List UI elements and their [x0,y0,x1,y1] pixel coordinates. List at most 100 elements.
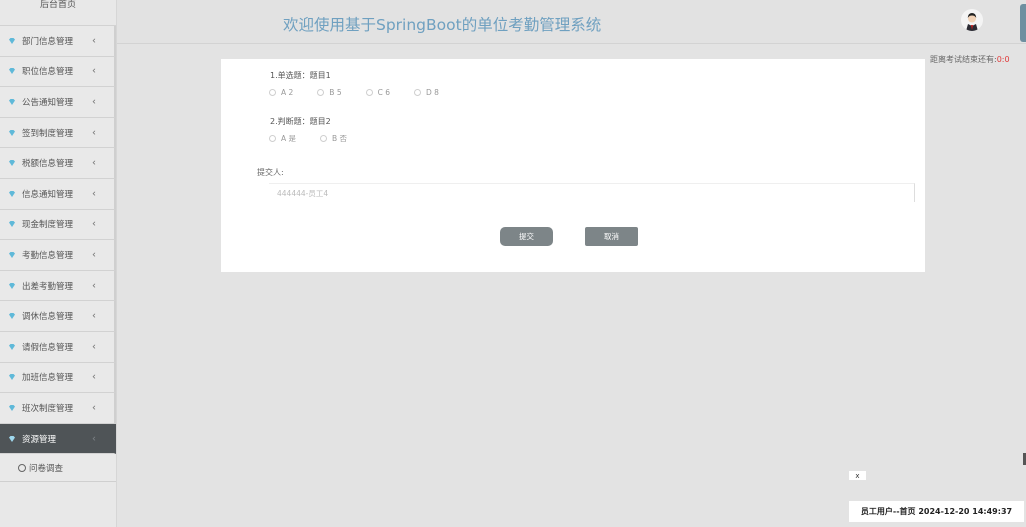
sidebar-item-label: 班次制度管理 [22,403,74,414]
radio-icon[interactable] [269,89,276,96]
option-label: C 6 [377,88,391,97]
submitter-label: 提交人: [257,168,284,177]
diamond-icon [9,435,15,442]
diamond-icon [9,251,15,258]
option-1[interactable]: B 否 [320,133,347,144]
top-header: 欢迎使用基于SpringBoot的单位考勤管理系统 [117,0,1026,44]
countdown-value: 0:0 [996,55,1010,64]
sidebar-item-label: 出差考勤管理 [22,281,74,292]
question-1-title: 1.单选题：题目1 [270,71,331,80]
chevron-left-icon: ‹ [92,433,96,445]
chevron-left-icon: ‹ [92,280,96,292]
submit-button[interactable]: 提交 [500,227,553,246]
option-2[interactable]: C 6 [365,88,391,97]
countdown: 距离考试结束还有:0:0 [930,54,1010,65]
question-2-title: 2.判断题：题目2 [270,117,331,126]
check-circle-icon [18,463,26,472]
sidebar-subitem-label: 问卷调查 [29,463,64,474]
user-avatar[interactable] [961,9,983,31]
diamond-icon [9,221,15,228]
option-3[interactable]: D 8 [414,88,439,97]
sidebar-item-label: 考勤信息管理 [22,250,74,261]
diamond-icon [9,374,15,381]
sidebar-item-4[interactable]: 税额信息管理 ‹ [0,148,116,179]
question-2-options: A 是B 否 [269,133,371,144]
diamond-icon [9,313,15,320]
sidebar-item-label: 请假信息管理 [22,342,74,353]
sidebar-item-label: 调休信息管理 [22,312,74,323]
sidebar-item-label: 现金制度管理 [22,220,74,231]
sidebar-home[interactable]: 后台首页 [0,0,116,26]
option-label: D 8 [426,88,439,97]
chevron-left-icon: ‹ [92,341,96,353]
radio-icon[interactable] [269,135,276,142]
page-title: 欢迎使用基于SpringBoot的单位考勤管理系统 [283,16,602,34]
chevron-left-icon: ‹ [92,96,96,108]
diamond-icon [9,129,15,136]
sidebar-home-label: 后台首页 [39,0,76,10]
option-label: A 2 [281,88,294,97]
sidebar-item-0[interactable]: 部门信息管理 ‹ [0,26,116,57]
sidebar-subitem-survey[interactable]: 问卷调查 [0,454,116,483]
chevron-left-icon: ‹ [92,402,96,414]
chevron-left-icon: ‹ [92,249,96,261]
sidebar-item-13[interactable]: 资源管理 ‹ [0,423,116,455]
option-label: A 是 [281,134,297,143]
chevron-left-icon: ‹ [92,157,96,169]
submitter-value: 444444-员工4 [277,188,329,198]
sidebar-item-3[interactable]: 签到制度管理 ‹ [0,117,116,149]
sidebar-item-label: 部门信息管理 [22,36,74,47]
edge-handle[interactable] [1020,4,1026,42]
chevron-left-icon: ‹ [92,218,96,230]
sidebar-item-label: 签到制度管理 [22,128,74,139]
sidebar-item-label: 资源管理 [22,434,57,445]
diamond-icon [9,98,15,105]
option-1[interactable]: B 5 [317,88,342,97]
sidebar-item-label: 税额信息管理 [22,159,74,170]
sidebar-item-7[interactable]: 考勤信息管理 ‹ [0,240,116,271]
chevron-left-icon: ‹ [92,371,96,383]
option-0[interactable]: A 2 [269,88,293,97]
chevron-left-icon: ‹ [92,35,96,47]
radio-icon[interactable] [317,89,325,96]
chevron-left-icon: ‹ [92,127,96,139]
survey-panel: 1.单选题：题目1 A 2B 5C 6D 8 2.判断题：题目2 A 是B 否 … [221,59,925,272]
diamond-icon [9,68,15,75]
sidebar-item-1[interactable]: 职位信息管理 ‹ [0,56,116,88]
cancel-button[interactable]: 取消 [585,227,638,246]
close-button[interactable]: x [849,471,866,480]
sidebar-item-11[interactable]: 加班信息管理 ‹ [0,362,116,394]
sidebar: 后台首页 部门信息管理 ‹ 职位信息管理 ‹ 公告通知管理 ‹ 签到制度管理 ‹ 税额信息管理 ‹… [0,0,117,527]
chevron-left-icon: ‹ [92,188,96,200]
chevron-left-icon: ‹ [92,310,96,322]
diamond-icon [9,160,15,167]
chevron-left-icon: ‹ [92,65,96,77]
question-1-options: A 2 B 5 C 6 D 8 [269,88,463,97]
option-label: B 否 [332,134,348,143]
diamond-icon [9,343,15,350]
submitter-input[interactable]: 444444-员工4 [269,183,915,202]
countdown-label: 距离考试结束还有: [930,55,997,64]
option-0[interactable]: A 是 [269,133,296,144]
diamond-icon [9,404,15,411]
sidebar-item-label: 信息通知管理 [22,189,74,200]
sidebar-item-2[interactable]: 公告通知管理 ‹ [0,87,116,118]
radio-icon[interactable] [365,89,373,96]
sidebar-item-8[interactable]: 出差考勤管理 ‹ [0,270,116,302]
radio-icon[interactable] [414,89,422,96]
diamond-icon [9,190,15,197]
sidebar-item-6[interactable]: 现金制度管理 ‹ [0,209,116,241]
sidebar-item-5[interactable]: 信息通知管理 ‹ [0,178,116,210]
sidebar-item-label: 加班信息管理 [22,373,74,384]
sidebar-item-9[interactable]: 调休信息管理 ‹ [0,301,116,332]
status-info: 员工用户--首页 2024-12-20 14:49:37 [849,501,1024,522]
sidebar-item-10[interactable]: 请假信息管理 ‹ [0,331,116,363]
sidebar-item-12[interactable]: 班次制度管理 ‹ [0,393,116,424]
option-label: B 5 [329,88,342,97]
diamond-icon [9,37,15,44]
sidebar-item-label: 职位信息管理 [22,67,74,78]
sidebar-item-label: 公告通知管理 [22,97,74,108]
avatar-icon [961,9,983,31]
diamond-icon [9,282,15,289]
radio-icon[interactable] [320,135,328,142]
